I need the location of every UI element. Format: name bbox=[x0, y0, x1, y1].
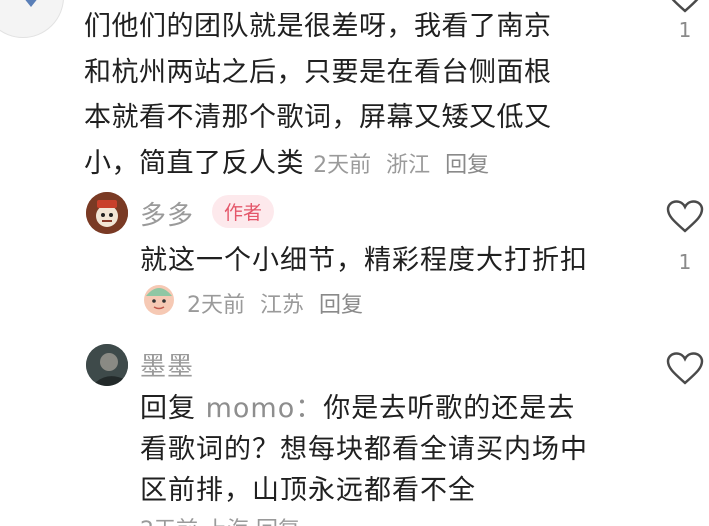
comment-line: 和杭州两站之后，只要是在看台侧面根 bbox=[84, 56, 552, 88]
reply-prefix: 回复 bbox=[140, 393, 196, 424]
comment-segment: 你是去听歌的还是去 bbox=[323, 393, 576, 424]
comment-time: 2天前 bbox=[313, 152, 372, 178]
comment-text-3: 回复 momo：你是去听歌的还是去 看歌词的？想每块都看全请买内场中 区前排，山… bbox=[140, 388, 650, 511]
comment-time: 2天前 bbox=[187, 293, 245, 318]
comment-line: 小，简直了反人类 bbox=[84, 147, 304, 179]
like-heart-icon-top[interactable] bbox=[666, 0, 704, 14]
comment-meta-text: 2天前 上海 回复 bbox=[140, 518, 300, 526]
reply-button[interactable]: 回复 bbox=[445, 153, 489, 178]
author-badge: 作者 bbox=[212, 195, 275, 228]
comment-line: 看歌词的？想每块都看全请买内场中 bbox=[140, 434, 588, 465]
like-count-2: 1 bbox=[678, 250, 692, 274]
comment-meta: 2天前 浙江 回复 bbox=[313, 153, 497, 178]
comment-line: 本就看不清那个歌词，屏幕又矮又低又 bbox=[84, 102, 552, 133]
avatar-momo[interactable] bbox=[86, 344, 128, 386]
comment-text-1: 们他们的团队就是很差呀，我看了南京 和杭州两站之后，只要是在看台侧面根 本就看不… bbox=[84, 4, 624, 188]
comment-text-2: 就这一个小细节，精彩程度大打折扣 bbox=[140, 245, 588, 276]
comment-line-with-meta: 小，简直了反人类 2天前 浙江 回复 bbox=[84, 141, 624, 189]
username-duoduo[interactable]: 多多 bbox=[140, 195, 194, 232]
comment-line: 回复 momo：你是去听歌的还是去 bbox=[140, 388, 650, 429]
avatar-emblem-icon bbox=[23, 0, 39, 7]
comment-location: 浙江 bbox=[386, 152, 431, 178]
comment-meta-3-partial: 2天前 上海 回复 bbox=[140, 516, 308, 526]
username-momo[interactable]: 墨墨 bbox=[140, 346, 194, 383]
comment-meta-2: 2天前 江苏 回复 bbox=[187, 287, 371, 319]
like-heart-icon[interactable] bbox=[666, 200, 704, 234]
face-sticker-icon bbox=[144, 285, 174, 315]
comment-line: 区前排，山顶永远都看不全 bbox=[140, 475, 476, 506]
like-count-top: 1 bbox=[678, 18, 692, 42]
comment-line: 们他们的团队就是很差呀，我看了南京 bbox=[84, 11, 552, 42]
reply-button[interactable]: 回复 bbox=[319, 293, 363, 318]
comment-location: 江苏 bbox=[260, 293, 305, 318]
reply-target-user[interactable]: momo： bbox=[206, 393, 324, 424]
avatar-top-partial[interactable] bbox=[0, 0, 64, 38]
like-heart-icon[interactable] bbox=[666, 352, 704, 386]
avatar-duoduo[interactable] bbox=[86, 192, 128, 234]
